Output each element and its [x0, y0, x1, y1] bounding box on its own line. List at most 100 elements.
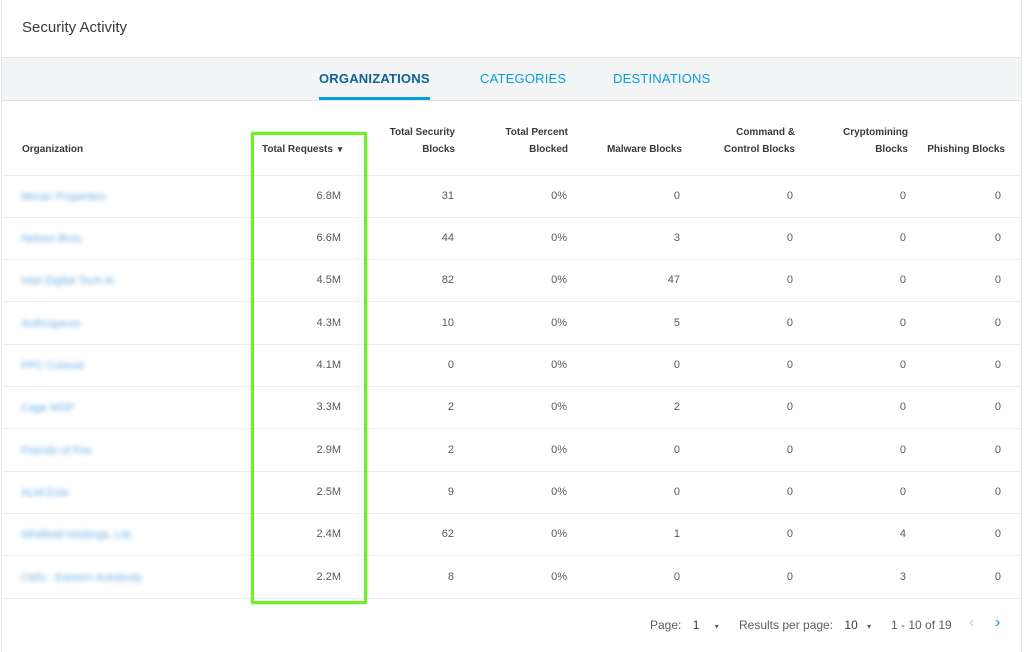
- cnc-blocks-cell: 0: [786, 444, 793, 456]
- results-per-page-selector[interactable]: Results per page: 10 ▾: [739, 618, 871, 632]
- header-line: Command &: [736, 127, 795, 138]
- org-name-link[interactable]: Friends of Fire: [21, 445, 92, 457]
- phishing-blocks-cell: 0: [994, 486, 1001, 498]
- cryptomining-blocks-cell: 3: [899, 571, 906, 583]
- panel-header: Security Activity: [2, 0, 1021, 58]
- total-requests-cell: 2.5M: [316, 486, 341, 498]
- security-blocks-cell: 82: [441, 274, 454, 286]
- results-per-page-label: Results per page:: [739, 618, 834, 632]
- pagination-range: 1 - 10 of 19: [891, 618, 952, 632]
- cnc-blocks-cell: 0: [786, 359, 793, 371]
- cryptomining-blocks-cell: 0: [899, 444, 906, 456]
- malware-blocks-cell: 3: [673, 232, 680, 244]
- org-name-link[interactable]: CMS - Eastern Autobody: [21, 572, 142, 584]
- tab-categories[interactable]: CATEGORIES: [480, 71, 566, 86]
- malware-blocks-cell: 0: [673, 359, 680, 371]
- cryptomining-blocks-cell: 0: [899, 486, 906, 498]
- malware-blocks-cell: 0: [673, 571, 680, 583]
- cryptomining-blocks-cell: 0: [899, 401, 906, 413]
- org-name-link[interactable]: ALM Ents: [21, 487, 69, 499]
- security-blocks-cell: 0: [447, 359, 454, 371]
- header-total-percent-blocked[interactable]: Total Percent Blocked: [505, 124, 568, 158]
- cryptomining-blocks-cell: 4: [899, 528, 906, 540]
- phishing-blocks-cell: 0: [994, 528, 1001, 540]
- header-malware-blocks[interactable]: Malware Blocks: [607, 141, 682, 158]
- phishing-blocks-cell: 0: [994, 317, 1001, 329]
- malware-blocks-cell: 0: [673, 486, 680, 498]
- total-requests-cell: 4.3M: [316, 317, 341, 329]
- total-requests-cell: 6.6M: [316, 232, 341, 244]
- phishing-blocks-cell: 0: [994, 571, 1001, 583]
- security-blocks-cell: 44: [441, 232, 454, 244]
- percent-blocked-cell: 0%: [551, 401, 567, 413]
- prev-page-icon[interactable]: ‹: [969, 614, 974, 632]
- malware-blocks-cell: 47: [667, 274, 680, 286]
- page-dropdown-icon: ▾: [714, 622, 719, 631]
- cryptomining-blocks-cell: 0: [899, 232, 906, 244]
- org-name-link[interactable]: Cage MSP: [21, 402, 74, 414]
- row-divider: [3, 301, 1022, 302]
- org-name-link[interactable]: Moran Properties: [21, 191, 105, 203]
- header-command-control-blocks[interactable]: Command & Control Blocks: [724, 124, 795, 158]
- header-total-requests-label: Total Requests: [262, 144, 333, 155]
- percent-blocked-cell: 0%: [551, 444, 567, 456]
- malware-blocks-cell: 0: [673, 444, 680, 456]
- security-blocks-cell: 62: [441, 528, 454, 540]
- malware-blocks-cell: 5: [673, 317, 680, 329]
- percent-blocked-cell: 0%: [551, 359, 567, 371]
- active-tab-indicator: [319, 97, 430, 100]
- row-divider: [3, 344, 1022, 345]
- results-dropdown-icon: ▾: [867, 622, 872, 631]
- security-blocks-cell: 31: [441, 190, 454, 202]
- row-divider: [3, 428, 1022, 429]
- header-line: Blocked: [529, 144, 568, 155]
- security-blocks-cell: 8: [447, 571, 454, 583]
- percent-blocked-cell: 0%: [551, 528, 567, 540]
- tab-organizations[interactable]: ORGANIZATIONS: [319, 71, 430, 86]
- org-name-link[interactable]: Anthropeum: [21, 318, 81, 330]
- tab-destinations[interactable]: DESTINATIONS: [613, 71, 711, 86]
- total-requests-cell: 4.1M: [316, 359, 341, 371]
- cryptomining-blocks-cell: 0: [899, 190, 906, 202]
- row-divider: [3, 555, 1022, 556]
- header-organization[interactable]: Organization: [22, 141, 83, 158]
- page-label: Page:: [650, 618, 682, 632]
- phishing-blocks-cell: 0: [994, 190, 1001, 202]
- results-per-page-value: 10: [844, 618, 858, 632]
- phishing-blocks-cell: 0: [994, 274, 1001, 286]
- security-blocks-cell: 2: [447, 401, 454, 413]
- org-name-link[interactable]: Intel Digital Tech AI: [21, 275, 114, 287]
- cnc-blocks-cell: 0: [786, 528, 793, 540]
- header-line: Blocks: [875, 144, 908, 155]
- header-phishing-blocks[interactable]: Phishing Blocks: [927, 141, 1005, 158]
- phishing-blocks-cell: 0: [994, 359, 1001, 371]
- page-selector[interactable]: Page: 1 ▾: [650, 618, 719, 632]
- cryptomining-blocks-cell: 0: [899, 317, 906, 329]
- row-divider: [3, 217, 1022, 218]
- header-total-security-blocks[interactable]: Total Security Blocks: [390, 124, 455, 158]
- org-name-link[interactable]: Nelson Bros.: [21, 233, 84, 245]
- cnc-blocks-cell: 0: [786, 401, 793, 413]
- org-name-link[interactable]: Whitfield Holdings, Ltd.: [21, 529, 134, 541]
- security-blocks-cell: 10: [441, 317, 454, 329]
- next-page-icon[interactable]: ›: [995, 614, 1000, 632]
- cnc-blocks-cell: 0: [786, 571, 793, 583]
- malware-blocks-cell: 1: [673, 528, 680, 540]
- row-divider: [3, 259, 1022, 260]
- cnc-blocks-cell: 0: [786, 190, 793, 202]
- cryptomining-blocks-cell: 0: [899, 359, 906, 371]
- percent-blocked-cell: 0%: [551, 190, 567, 202]
- cnc-blocks-cell: 0: [786, 232, 793, 244]
- percent-blocked-cell: 0%: [551, 317, 567, 329]
- header-line: Cryptomining: [843, 127, 908, 138]
- header-total-requests[interactable]: Total Requests ▾: [262, 141, 342, 158]
- cryptomining-blocks-cell: 0: [899, 274, 906, 286]
- cnc-blocks-cell: 0: [786, 317, 793, 329]
- tab-bar: ORGANIZATIONS CATEGORIES DESTINATIONS: [2, 58, 1021, 101]
- org-name-link[interactable]: PPC Colonel: [21, 360, 84, 372]
- phishing-blocks-cell: 0: [994, 444, 1001, 456]
- phishing-blocks-cell: 0: [994, 232, 1001, 244]
- percent-blocked-cell: 0%: [551, 571, 567, 583]
- header-cryptomining-blocks[interactable]: Cryptomining Blocks: [843, 124, 908, 158]
- row-divider: [3, 386, 1022, 387]
